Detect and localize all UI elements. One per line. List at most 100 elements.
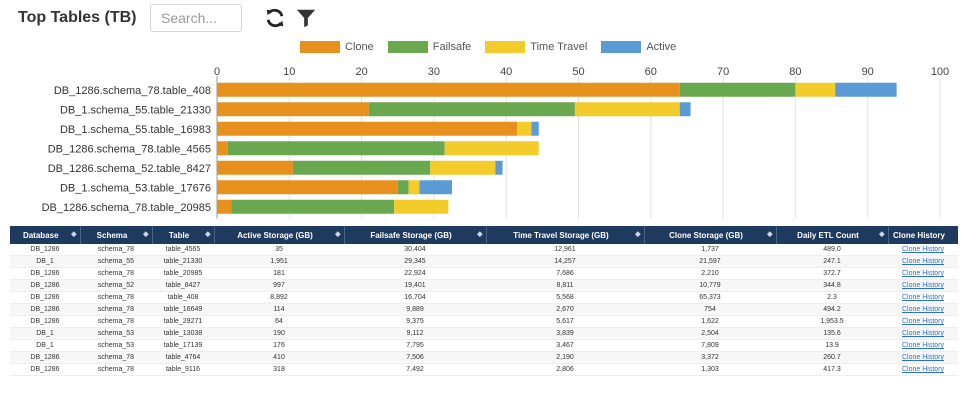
sort-icon[interactable]: ◆ xyxy=(879,230,884,238)
sort-icon[interactable]: ◆ xyxy=(635,230,640,238)
clone-history-link[interactable]: Clone History xyxy=(902,306,944,313)
bar-segment[interactable] xyxy=(217,180,398,195)
column-header[interactable]: Table ◆ xyxy=(152,226,215,244)
table-cell: table_408 xyxy=(152,291,214,305)
bar-segment[interactable] xyxy=(227,141,445,156)
table-cell: 65,373 xyxy=(644,291,776,305)
table-cell: schema_78 xyxy=(80,291,152,305)
bar-segment[interactable] xyxy=(368,102,575,117)
table-cell: schema_78 xyxy=(80,267,152,281)
table-cell: DB_1286 xyxy=(10,363,80,377)
table-cell: table_21330 xyxy=(152,255,214,269)
column-header[interactable]: Daily ETL Count ◆ xyxy=(776,226,889,244)
table-cell: DB_1286 xyxy=(10,351,80,365)
clone-history-link[interactable]: Clone History xyxy=(902,258,944,265)
column-header[interactable]: Schema ◆ xyxy=(80,226,153,244)
sort-icon[interactable]: ◆ xyxy=(477,230,482,238)
bar-segment[interactable] xyxy=(444,141,539,156)
table-cell: schema_53 xyxy=(80,339,152,353)
table-cell: 372.7 xyxy=(776,267,888,281)
bar-segment[interactable] xyxy=(217,199,232,214)
bar-segment[interactable] xyxy=(430,160,496,175)
clone-history-link[interactable]: Clone History xyxy=(902,318,944,325)
column-header-label: Clone History xyxy=(892,230,945,240)
table-cell: 114 xyxy=(214,303,344,317)
table-cell: table_13038 xyxy=(152,327,214,341)
table-row: DB_1286 schema_78 table_16649 114 9,889 2,670… xyxy=(10,303,958,317)
y-tick-label: DB_1.schema_53.table_17676 xyxy=(60,182,211,194)
table-cell: 2,504 xyxy=(644,327,776,341)
bar-segment[interactable] xyxy=(531,121,539,136)
bar-segment[interactable] xyxy=(397,180,409,195)
table-cell: table_29271 xyxy=(152,315,214,329)
data-table: Database ◆ Schema ◆ Table ◆ Active Storage (GB… xyxy=(10,226,958,386)
x-tick-label: 90 xyxy=(862,66,874,78)
legend-item[interactable]: Clone xyxy=(300,41,374,53)
y-tick-label: DB_1286.schema_78.table_4565 xyxy=(48,143,211,155)
column-header[interactable]: Clone History xyxy=(888,226,958,244)
bar-segment[interactable] xyxy=(217,121,518,136)
bar-segment[interactable] xyxy=(517,121,532,136)
table-cell: 35 xyxy=(214,244,344,257)
table-cell: 2.3 xyxy=(776,291,888,305)
bar-segment[interactable] xyxy=(217,160,293,175)
bar-segment[interactable] xyxy=(574,102,680,117)
column-header[interactable]: Time Travel Storage (GB) ◆ xyxy=(486,226,645,244)
column-header[interactable]: Failsafe Storage (GB) ◆ xyxy=(344,226,487,244)
clone-history-link[interactable]: Clone History xyxy=(902,270,944,277)
table-cell: DB_1286 xyxy=(10,244,80,257)
legend-item[interactable]: Active xyxy=(601,41,676,53)
bar-segment[interactable] xyxy=(231,199,395,214)
table-cell: 5,568 xyxy=(486,291,644,305)
stacked-bar-chart: 0 10 20 30 40 50 60 70 80 90 100DB_1286.schema_78.… xyxy=(42,66,949,219)
clone-history-link[interactable]: Clone History xyxy=(902,342,944,349)
x-tick-label: 60 xyxy=(645,66,657,78)
refresh-icon[interactable] xyxy=(262,5,288,31)
table-row: DB_1286 schema_52 table_8427 997 19,401 8,811… xyxy=(10,279,958,293)
search-input[interactable] xyxy=(150,4,242,32)
clone-history-link[interactable]: Clone History xyxy=(902,354,944,361)
bar-segment[interactable] xyxy=(679,82,796,97)
table-cell: 9,375 xyxy=(344,315,486,329)
table-cell: 9,889 xyxy=(344,303,486,317)
table-cell: 7,506 xyxy=(344,351,486,365)
bar-segment[interactable] xyxy=(495,160,503,175)
clone-history-link[interactable]: Clone History xyxy=(902,282,944,289)
table-cell: 3,467 xyxy=(486,339,644,353)
sort-icon[interactable]: ◆ xyxy=(767,230,772,238)
bar-segment[interactable] xyxy=(419,180,452,195)
bar-segment[interactable] xyxy=(835,82,897,97)
bar-segment[interactable] xyxy=(217,141,228,156)
table-cell: 64 xyxy=(214,315,344,329)
clone-history-link[interactable]: Clone History xyxy=(902,246,944,253)
table-cell: 7,492 xyxy=(344,363,486,377)
bar-segment[interactable] xyxy=(408,180,420,195)
column-header[interactable]: Active Storage (GB) ◆ xyxy=(214,226,345,244)
bar-segment[interactable] xyxy=(394,199,449,214)
column-header[interactable]: Database ◆ xyxy=(10,226,81,244)
sort-icon[interactable]: ◆ xyxy=(71,230,76,238)
bar-segment[interactable] xyxy=(217,102,369,117)
sort-icon[interactable]: ◆ xyxy=(335,230,340,238)
clone-history-link[interactable]: Clone History xyxy=(902,294,944,301)
bar-segment[interactable] xyxy=(795,82,836,97)
table-cell: schema_78 xyxy=(80,303,152,317)
table-cell: 12,961 xyxy=(486,244,644,257)
clone-history-link[interactable]: Clone History xyxy=(902,366,944,373)
column-header[interactable]: Clone Storage (GB) ◆ xyxy=(644,226,777,244)
filter-icon[interactable] xyxy=(293,5,319,31)
table-cell: DB_1286 xyxy=(10,303,80,317)
column-header-label: Database xyxy=(22,230,59,240)
legend-item[interactable]: Time Travel xyxy=(485,41,587,53)
column-header-label: Table xyxy=(168,230,190,240)
clone-history-link[interactable]: Clone History xyxy=(902,330,944,337)
legend-item[interactable]: Failsafe xyxy=(387,41,471,53)
table-cell: 3,839 xyxy=(486,327,644,341)
bar-segment[interactable] xyxy=(217,82,680,97)
sort-icon[interactable]: ◆ xyxy=(143,230,148,238)
bar-segment[interactable] xyxy=(292,160,431,175)
sort-icon[interactable]: ◆ xyxy=(205,230,210,238)
y-tick-label: DB_1286.schema_52.table_8427 xyxy=(48,163,211,175)
clone-history-cell: Clone History xyxy=(888,351,958,365)
bar-segment[interactable] xyxy=(679,102,691,117)
